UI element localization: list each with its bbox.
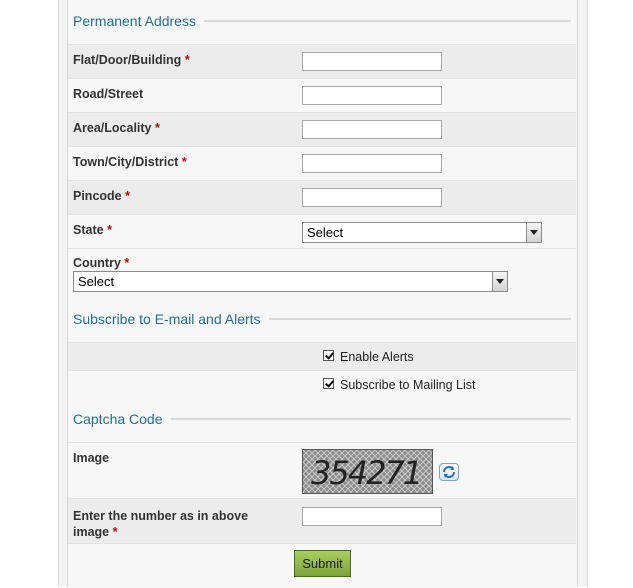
state-select[interactable]: Select	[302, 222, 542, 243]
chevron-down-icon[interactable]	[492, 272, 507, 291]
flat-label: Flat/Door/Building *	[73, 53, 190, 67]
row-state: State * Select	[68, 214, 576, 249]
row-captcha-image: Image 354271	[68, 442, 576, 499]
enable-alerts-label: Enable Alerts	[340, 350, 414, 364]
mailing-list-checkbox[interactable]	[323, 378, 334, 389]
pincode-label-text: Pincode	[73, 189, 122, 203]
captcha-input[interactable]	[302, 507, 442, 526]
section-subscribe: Subscribe to E-mail and Alerts	[73, 309, 571, 329]
row-road: Road/Street	[68, 78, 576, 113]
image-label: Image	[73, 451, 110, 465]
section-divider	[268, 318, 571, 320]
section-permanent-address: Permanent Address	[73, 11, 571, 31]
captcha-image: 354271	[302, 449, 433, 494]
chevron-down-icon[interactable]	[526, 223, 541, 242]
required-marker: *	[181, 155, 187, 169]
row-flat: Flat/Door/Building *	[68, 44, 576, 79]
required-marker: *	[107, 223, 112, 237]
flat-input[interactable]	[302, 52, 442, 71]
area-label: Area/Locality *	[73, 121, 160, 135]
state-label: State *	[73, 223, 112, 237]
captcha-input-label: Enter the number as in above image *	[73, 508, 248, 540]
submit-button[interactable]: Submit	[294, 550, 351, 577]
area-input[interactable]	[302, 120, 442, 139]
country-select-value: Select	[78, 274, 115, 289]
town-label: Town/City/District *	[73, 155, 187, 169]
town-label-text: Town/City/District	[73, 155, 179, 169]
pincode-input[interactable]	[302, 188, 442, 207]
row-area: Area/Locality *	[68, 112, 576, 147]
country-select[interactable]: Select	[73, 271, 508, 292]
section-captcha: Captcha Code	[73, 409, 571, 429]
refresh-icon[interactable]	[439, 463, 459, 481]
section-divider	[170, 418, 571, 420]
state-label-text: State	[73, 223, 104, 237]
captcha-text: 354271	[311, 454, 421, 492]
row-pincode: Pincode *	[68, 180, 576, 215]
road-label: Road/Street	[73, 87, 144, 101]
mailing-list-label: Subscribe to Mailing List	[340, 378, 476, 392]
required-marker: *	[184, 53, 190, 67]
town-input[interactable]	[302, 154, 442, 173]
required-marker: *	[112, 525, 118, 539]
state-select-value: Select	[307, 225, 344, 240]
captcha-input-label-line2: image	[73, 525, 110, 539]
country-label: Country *	[73, 256, 129, 270]
section-title: Captcha Code	[73, 411, 163, 427]
row-country: Country * Select	[68, 248, 576, 299]
required-marker: *	[155, 121, 160, 135]
captcha-input-label-line1: Enter the number as in above	[73, 509, 249, 523]
row-enable-alerts: Enable Alerts	[68, 342, 576, 371]
row-town: Town/City/District *	[68, 146, 576, 181]
road-input[interactable]	[302, 86, 442, 105]
section-title: Subscribe to E-mail and Alerts	[73, 311, 261, 327]
flat-label-text: Flat/Door/Building	[73, 53, 182, 67]
row-captcha-input: Enter the number as in above image *	[68, 498, 576, 544]
enable-alerts-checkbox[interactable]	[323, 350, 334, 361]
required-marker: *	[125, 189, 130, 203]
pincode-label: Pincode *	[73, 189, 130, 203]
area-label-text: Area/Locality	[73, 121, 152, 135]
required-marker: *	[124, 256, 130, 270]
section-title: Permanent Address	[73, 13, 196, 29]
country-label-text: Country	[73, 256, 121, 270]
section-divider	[203, 20, 571, 22]
row-mailing-list: Subscribe to Mailing List	[68, 370, 576, 399]
